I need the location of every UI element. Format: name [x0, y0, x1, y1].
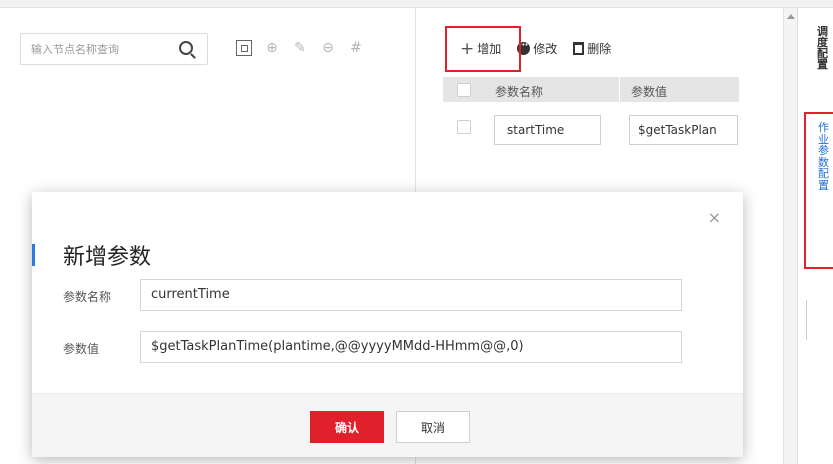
panel-divider — [806, 300, 807, 340]
job-param-config-link[interactable]: 作业参数配置 — [818, 122, 830, 191]
param-value-input[interactable]: $getTaskPlanTime(plantime,@@yyyyMMdd-HHm… — [140, 331, 682, 363]
add-button-highlight — [445, 26, 521, 72]
delete-param-label: 删除 — [587, 42, 612, 56]
param-name-input[interactable]: currentTime — [140, 279, 682, 311]
row-checkbox[interactable] — [457, 120, 471, 134]
cancel-button[interactable]: 取消 — [396, 411, 470, 443]
top-border — [0, 0, 833, 8]
edit-param-label: 修改 — [533, 42, 558, 56]
zoom-out-icon[interactable]: ⊖ — [320, 40, 336, 56]
add-param-dialog: 新增参数 × 参数名称 currentTime 参数值 $getTaskPlan… — [32, 192, 743, 457]
dialog-title: 新增参数 — [63, 245, 152, 270]
confirm-button[interactable]: 确认 — [310, 411, 384, 443]
fit-screen-icon[interactable] — [236, 40, 252, 56]
search-icon[interactable] — [179, 41, 193, 55]
param-name-label: 参数名称 — [63, 290, 112, 304]
canvas-toolbar: ⊕ ✎ ⊖ # — [236, 40, 364, 56]
column-header-value: 参数值 — [631, 85, 668, 99]
node-search-input[interactable] — [21, 34, 171, 64]
scroll-up-icon[interactable] — [787, 14, 795, 19]
delete-param-button[interactable]: 删除 — [573, 40, 611, 57]
param-value-label: 参数值 — [63, 342, 100, 356]
zoom-in-icon[interactable]: ⊕ — [264, 40, 280, 56]
trash-icon — [573, 42, 585, 55]
column-header-name: 参数名称 — [495, 85, 544, 99]
param-value-cell[interactable]: $getTaskPlan — [629, 115, 738, 145]
title-accent-bar — [32, 244, 35, 266]
dialog-footer: 确认 取消 — [32, 393, 743, 457]
side-panel-title: 调度配置 — [817, 25, 828, 71]
grid-icon[interactable]: # — [348, 40, 364, 56]
node-search-box — [20, 33, 208, 65]
param-name-cell[interactable]: startTime — [494, 115, 601, 145]
vertical-scrollbar[interactable] — [783, 8, 797, 464]
select-all-checkbox[interactable] — [457, 82, 471, 97]
param-table-header: 参数名称 参数值 — [443, 77, 739, 102]
header-divider — [619, 77, 620, 102]
edit-param-button[interactable]: 修改 — [517, 40, 557, 57]
edit-node-icon[interactable]: ✎ — [292, 40, 308, 56]
close-icon[interactable]: × — [708, 208, 721, 227]
